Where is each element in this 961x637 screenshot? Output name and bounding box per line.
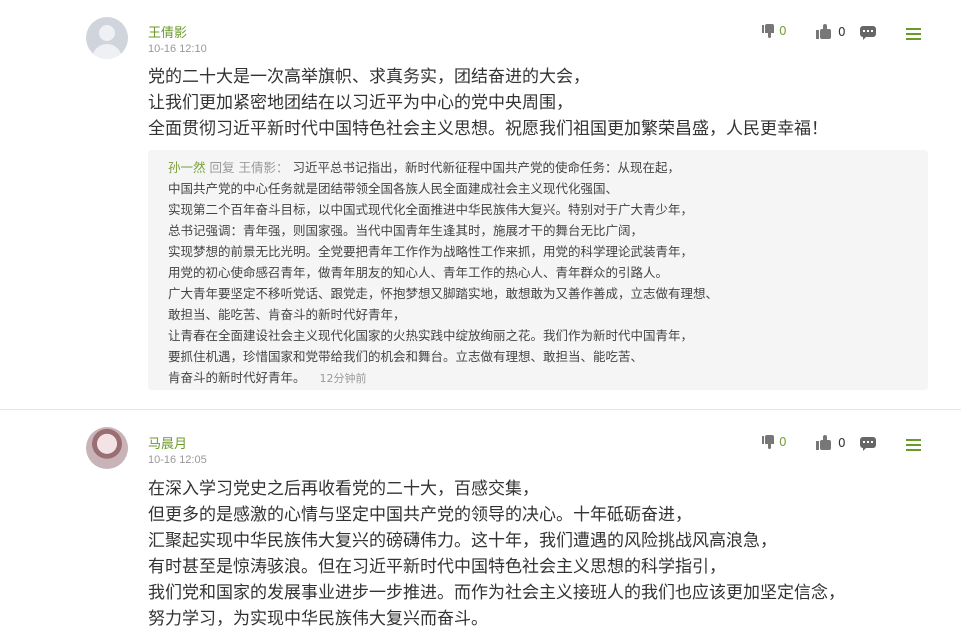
comment-actions: 0 0 xyxy=(760,24,930,44)
comment-line: 全面贯彻习近平新时代中国特色社会主义思想。祝愿我们祖国更加繁荣昌盛，人民更幸福！ xyxy=(148,119,828,139)
avatar-placeholder-body xyxy=(92,44,122,59)
thumb-up-icon xyxy=(816,24,832,39)
reply-line: 要抓住机遇，珍惜国家和党带给我们的机会和舞台。立志做有理想、敢担当、能吃苦、 xyxy=(168,349,644,364)
avatar[interactable] xyxy=(86,427,128,469)
comment-time: 10-16 12:10 xyxy=(148,43,207,55)
reply-line: 用党的初心使命感召青年，做青年朋友的知心人、青年工作的热心人、青年群众的引路人。 xyxy=(168,265,669,280)
reply-time: 12分钟前 xyxy=(319,372,367,385)
downvote-count: 0 xyxy=(779,435,787,449)
comment-line: 党的二十大是一次高举旗帜、求真务实，团结奋进的大会， xyxy=(148,67,590,87)
comment-username[interactable]: 王倩影 xyxy=(148,22,187,41)
thumb-up-icon xyxy=(816,435,832,450)
reply-button[interactable] xyxy=(860,26,876,40)
comment-item: 马晨月 10-16 12:05 0 0 在深入学习党史之后再收看党的二十大，百感… xyxy=(0,410,961,637)
comment-time: 10-16 12:05 xyxy=(148,454,207,466)
comment-line: 但更多的是感激的心情与坚定中国共产党的领导的决心。十年砥砺奋进， xyxy=(148,505,692,525)
menu-icon xyxy=(906,28,921,40)
upvote-count: 0 xyxy=(838,24,846,39)
reply-line: 实现第二个百年奋斗目标，以中国式现代化全面推进中华民族伟大复兴。特别对于广大青少… xyxy=(168,202,694,217)
comment-line: 努力学习，为实现中华民族伟大复兴而奋斗。 xyxy=(148,609,488,629)
reply-label: 回复 xyxy=(209,160,235,175)
reply-box: 孙一然 回复 王倩影： 习近平总书记指出，新时代新征程中国共产党的使命任务：从现… xyxy=(148,150,928,390)
reply-target[interactable]: 王倩影： xyxy=(239,160,289,175)
downvote-button[interactable]: 0 xyxy=(762,24,787,38)
reply-line: 实现梦想的前景无比光明。全党要把青年工作作为战略性工作来抓，用党的科学理论武装青… xyxy=(168,244,694,259)
avatar[interactable] xyxy=(86,17,128,59)
reply-line: 总书记强调：青年强，则国家强。当代中国青年生逢其时，施展才干的舞台无比广阔， xyxy=(168,223,644,238)
comment-line: 汇聚起实现中华民族伟大复兴的磅礴伟力。这十年，我们遭遇的风险挑战风高浪急， xyxy=(148,531,777,551)
downvote-button[interactable]: 0 xyxy=(762,435,787,449)
comment-item: 王倩影 10-16 12:10 0 0 党的二十大是一次高举旗帜、求真务实，团结… xyxy=(0,0,961,410)
upvote-button[interactable]: 0 xyxy=(816,24,846,39)
reply-content: 孙一然 回复 王倩影： 习近平总书记指出，新时代新征程中国共产党的使命任务：从现… xyxy=(168,157,718,389)
thumb-down-icon xyxy=(762,435,776,449)
reply-author[interactable]: 孙一然 xyxy=(168,160,206,175)
downvote-count: 0 xyxy=(779,24,787,38)
reply-button[interactable] xyxy=(860,437,876,451)
reply-line: 肯奋斗的新时代好青年。 xyxy=(168,370,306,385)
more-menu-button[interactable] xyxy=(906,439,921,451)
comment-actions: 0 0 xyxy=(760,435,930,455)
reply-line: 中国共产党的中心任务就是团结带领全国各族人民全面建成社会主义现代化强国、 xyxy=(168,181,619,196)
reply-line: 让青春在全面建设社会主义现代化国家的火热实践中绽放绚丽之花。我们作为新时代中国青… xyxy=(168,328,694,343)
comment-body: 在深入学习党史之后再收看党的二十大，百感交集， 但更多的是感激的心情与坚定中国共… xyxy=(148,476,908,632)
comment-body: 党的二十大是一次高举旗帜、求真务实，团结奋进的大会， 让我们更加紧密地团结在以习… xyxy=(148,64,908,142)
menu-icon xyxy=(906,439,921,451)
comment-line: 有时甚至是惊涛骇浪。但在习近平新时代中国特色社会主义思想的科学指引， xyxy=(148,557,726,577)
avatar-placeholder-head xyxy=(99,25,115,41)
reply-line: 敢担当、能吃苦、肯奋斗的新时代好青年， xyxy=(168,307,406,322)
message-icon xyxy=(860,26,876,40)
comment-line: 让我们更加紧密地团结在以习近平为中心的党中央周围， xyxy=(148,93,573,113)
reply-line: 广大青年要坚定不移听党话、跟党走，怀抱梦想又脚踏实地，敢想敢为又善作善成，立志做… xyxy=(168,286,719,301)
comment-line: 在深入学习党史之后再收看党的二十大，百感交集， xyxy=(148,479,539,499)
message-icon xyxy=(860,437,876,451)
comment-line: 我们党和国家的发展事业进步一步推进。而作为社会主义接班人的我们也应该更加坚定信念… xyxy=(148,583,845,603)
more-menu-button[interactable] xyxy=(906,28,921,40)
upvote-count: 0 xyxy=(838,435,846,450)
reply-line: 习近平总书记指出，新时代新征程中国共产党的使命任务：从现在起， xyxy=(292,160,681,175)
comment-username[interactable]: 马晨月 xyxy=(148,433,187,452)
upvote-button[interactable]: 0 xyxy=(816,435,846,450)
thumb-down-icon xyxy=(762,24,776,38)
